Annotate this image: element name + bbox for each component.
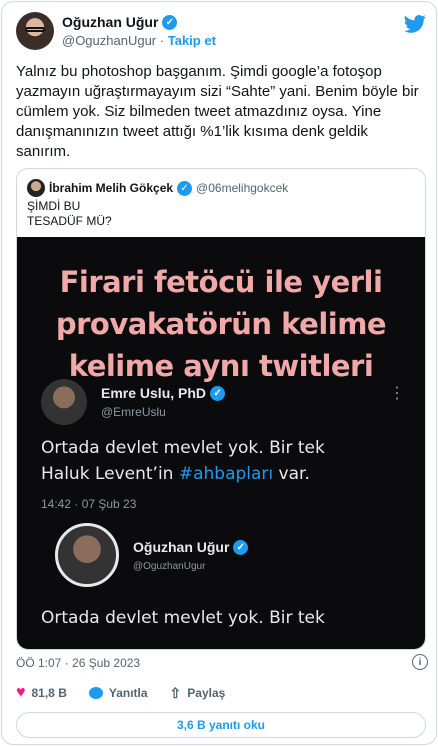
media-tweet-1-avatar — [41, 379, 87, 425]
tweet-card: Oğuzhan Uğur ✓ @OguzhanUgur · Takip et Y… — [1, 1, 437, 745]
verified-icon: ✓ — [177, 180, 193, 196]
like-button[interactable]: ♥ 81,8 B — [16, 684, 67, 702]
follow-button[interactable]: Takip et — [168, 33, 216, 48]
reply-button[interactable]: Yanıtla — [88, 686, 148, 700]
twitter-bird-icon[interactable] — [404, 14, 426, 34]
media-tweet-2-name-text: Oğuzhan Uğur — [133, 539, 230, 555]
reply-icon — [88, 687, 103, 699]
tweet-timestamp[interactable]: ÖÖ 1:07 · 26 Şub 2023 — [16, 656, 140, 670]
media-title-line-2: provakatörün kelime — [55, 307, 387, 341]
like-count: 81,8 B — [31, 686, 67, 700]
quoted-line-2: TESADÜF MÜ? — [27, 214, 112, 228]
share-button[interactable]: ⇧ Paylaş — [170, 685, 226, 702]
verified-icon: ✓ — [233, 539, 249, 555]
author-handle[interactable]: @OguzhanUgur — [62, 33, 156, 48]
media-tweet-1-hashtag: #ahbapları — [178, 464, 274, 484]
media-tweet-2-name: Oğuzhan Uğur ✓ — [133, 539, 249, 555]
quoted-header: İbrahim Melih Gökçek ✓ @06melihgokcek — [27, 179, 288, 197]
share-icon: ⇧ — [169, 684, 182, 701]
info-icon[interactable]: i — [412, 654, 428, 670]
more-icon: ⋮ — [389, 385, 405, 402]
share-label: Paylaş — [187, 686, 226, 700]
separator: · — [159, 33, 165, 48]
quoted-media-image[interactable]: Firari fetöcü ile yerli provakatörün kel… — [17, 237, 425, 649]
media-tweet-2-text-line-1: Ortada devlet mevlet yok. Bir tek — [41, 608, 325, 628]
quoted-name: İbrahim Melih Gökçek — [49, 181, 174, 195]
quoted-handle: @06melihgokcek — [196, 181, 289, 195]
action-bar: ♥ 81,8 B Yanıtla ⇧ Paylaş — [16, 684, 247, 702]
tweet-text: Yalnız bu photoshop başganım. Şimdi goog… — [16, 63, 419, 160]
avatar[interactable] — [16, 12, 54, 50]
media-title-line-1: Firari fetöcü ile yerli — [59, 265, 383, 299]
media-tweet-1-time: 14:42 · 07 Şub 23 — [41, 497, 137, 511]
author-name[interactable]: Oğuzhan Uğur — [62, 14, 158, 30]
media-tweet-1-name: Emre Uslu, PhD ✓ — [101, 385, 226, 401]
media-tweet-1-name-text: Emre Uslu, PhD — [101, 385, 207, 401]
author-handle-row: @OguzhanUgur · Takip et — [62, 33, 216, 48]
media-tweet-1-text-line-1: Ortada devlet mevlet yok. Bir tek — [41, 438, 325, 458]
heart-icon: ♥ — [16, 684, 26, 701]
media-tweet-1-handle: @EmreUslu — [101, 405, 166, 419]
quoted-avatar — [27, 179, 45, 197]
verified-icon: ✓ — [162, 14, 178, 30]
read-replies-button[interactable]: 3,6 B yanıtı oku — [16, 712, 426, 738]
media-tweet-2-avatar — [55, 523, 119, 587]
media-tweet-1-text-post: var. — [273, 464, 310, 484]
media-tweet-2-handle: @OguzhanUgur — [133, 561, 206, 572]
media-tweet-2: Oğuzhan Uğur ✓ @OguzhanUgur Ortada devle… — [41, 523, 411, 643]
quoted-tweet[interactable]: İbrahim Melih Gökçek ✓ @06melihgokcek Şİ… — [16, 168, 426, 650]
tweet-header: Oğuzhan Uğur ✓ @OguzhanUgur · Takip et — [16, 12, 426, 52]
quoted-text: ŞİMDİ BU TESADÜF MÜ? — [27, 199, 112, 229]
verified-icon: ✓ — [210, 385, 226, 401]
quoted-line-1: ŞİMDİ BU — [27, 199, 81, 213]
author-name-row[interactable]: Oğuzhan Uğur ✓ — [62, 14, 178, 30]
media-tweet-1: Emre Uslu, PhD ✓ @EmreUslu ⋮ Ortada devl… — [41, 377, 411, 517]
reply-label: Yanıtla — [108, 686, 148, 700]
media-tweet-1-text-line-2: Haluk Levent’in #ahbapları var. — [41, 461, 310, 487]
media-tweet-1-text-pre: Haluk Levent’in — [41, 464, 179, 484]
